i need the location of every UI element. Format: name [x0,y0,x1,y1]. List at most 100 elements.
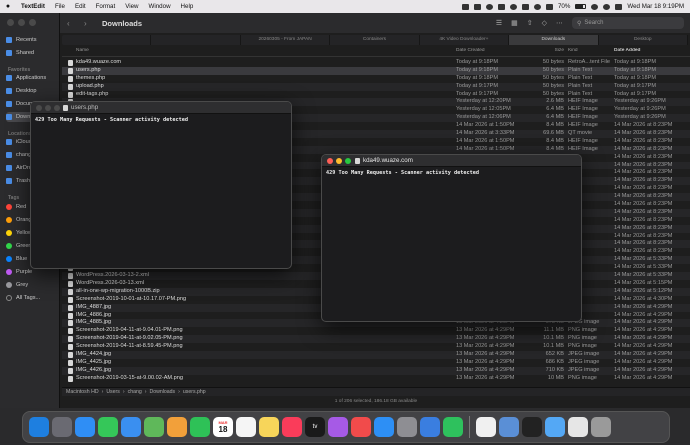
notes-icon[interactable] [259,417,279,437]
close-button[interactable] [7,19,14,26]
textedit-titlebar[interactable]: kda49.wuaze.com [322,155,581,167]
minimize-button[interactable] [45,104,51,111]
system-settings-icon[interactable] [397,417,417,437]
tag-icon[interactable]: ◇ [542,19,547,27]
table-row[interactable]: Screenshot-2019-04-11-at-8.59.45-PM.png 1… [62,343,690,351]
menu-app-name[interactable]: TextEdit [16,3,50,10]
col-kind[interactable]: Kind [568,48,614,53]
search-icon[interactable] [603,3,611,10]
forward-icon[interactable]: › [84,19,94,28]
app-store-icon[interactable] [374,417,394,437]
calendar-icon[interactable]: MAR 18 [213,417,233,437]
menu-window[interactable]: Window [144,3,176,10]
table-row[interactable]: Screenshot-2019-04-11-at-9.04.01-PM.png 1… [62,327,690,335]
menu-help[interactable]: Help [176,3,199,10]
launchpad-icon[interactable] [52,417,72,437]
path-item[interactable]: Downloads [149,389,175,395]
tab[interactable]: Containers [330,35,420,45]
tab[interactable] [151,35,241,45]
folder-icon[interactable] [545,417,565,437]
menu-file[interactable]: File [50,3,70,10]
col-date-created[interactable]: Date Created [456,48,528,53]
zoom-button[interactable] [29,19,36,26]
status-app-icon[interactable] [509,3,517,10]
textedit-titlebar[interactable]: users.php [31,102,291,114]
trash-icon[interactable] [591,417,611,437]
status-app-icon[interactable] [533,3,541,10]
finder-icon[interactable] [29,417,49,437]
zoom-button[interactable] [345,157,351,164]
status-app-icon[interactable] [473,3,481,10]
table-row[interactable]: users.php Today at 9:18PM 50 bytes Plain Te… [62,66,690,75]
podcasts-icon[interactable] [328,417,348,437]
tab[interactable]: 4K Video Downloader+ [420,35,510,45]
tab[interactable] [62,35,152,45]
apple-menu-icon[interactable]: ● [0,3,16,10]
table-row[interactable]: IMG_4425.jpg 13 Mar 2026 at 4:29PM 686 KB J… [62,359,690,367]
back-icon[interactable]: ‹ [67,19,77,28]
safari-icon[interactable] [75,417,95,437]
tab[interactable]: Desktop [599,35,688,45]
table-row[interactable]: Screenshot-2019-03-15-at-9.00.02-AM.png 1… [62,375,690,383]
path-item[interactable]: chang [128,389,142,395]
menu-view[interactable]: View [120,3,143,10]
menu-edit[interactable]: Edit [70,3,91,10]
mail-icon[interactable] [121,417,141,437]
path-item[interactable]: Users [106,389,120,395]
col-name[interactable]: Name [76,48,376,53]
table-row[interactable]: kda49.wuaze.com Today at 9:18PM 50 bytes Re… [62,59,690,67]
zoom-button[interactable] [54,104,60,111]
status-app-icon[interactable] [485,3,493,10]
tab-downloads[interactable]: Downloads [509,35,599,45]
share-icon[interactable]: ⇧ [527,19,533,27]
table-row[interactable]: edit-tags.php Today at 9:17PM 50 bytes Plai… [62,91,690,99]
more-icon[interactable]: ⋯ [556,19,563,27]
status-app-icon[interactable] [545,3,553,10]
battery-icon[interactable] [575,4,587,9]
status-app-icon[interactable] [461,3,469,10]
col-size[interactable]: Size [528,48,564,53]
textedit-content[interactable]: 429 Too Many Requests - Scanner activity… [322,167,581,179]
tab[interactable]: 20260305 - From JAPAN [241,35,331,45]
textedit-window-users[interactable]: users.php 429 Too Many Requests - Scanne… [30,101,292,269]
search-field[interactable]: ⚲ Search [572,17,684,29]
xcode-icon[interactable] [420,417,440,437]
textedit-content[interactable]: 429 Too Many Requests - Scanner activity… [31,114,291,126]
control-center-icon[interactable] [615,3,623,10]
menu-format[interactable]: Format [91,3,121,10]
maps-icon[interactable] [144,417,164,437]
music-icon[interactable] [282,417,302,437]
group-icon[interactable]: ▦ [511,19,518,27]
minimize-button[interactable] [336,157,342,164]
table-row[interactable]: IMG_4424.jpg 13 Mar 2026 at 4:29PM 652 KB J… [62,350,690,359]
path-item[interactable]: Macintosh HD [66,389,99,395]
sidebar-item-shared[interactable]: Shared [6,48,56,58]
preview-icon[interactable] [499,417,519,437]
facetime-icon[interactable] [190,417,210,437]
table-row[interactable]: Screenshot-2019-04-11-at-9.02.05-PM.png 1… [62,335,690,344]
textedit-icon[interactable] [476,417,496,437]
table-row[interactable]: IMG_4426.jpg 13 Mar 2026 at 4:29PM 710 KB J… [62,366,690,375]
photos-icon[interactable] [167,417,187,437]
close-button[interactable] [36,104,42,111]
sidebar-tag-grey[interactable]: Grey [6,280,56,290]
textedit-window-kda49[interactable]: kda49.wuaze.com 429 Too Many Requests - … [321,154,582,322]
clock[interactable]: Wed Mar 18 9:19PM [627,3,684,10]
tv-icon[interactable]: tv [305,417,325,437]
minimize-button[interactable] [18,19,25,26]
news-icon[interactable] [351,417,371,437]
table-row[interactable]: upload.php Today at 9:17PM 50 bytes Plain T… [62,82,690,91]
status-app-icon[interactable] [521,3,529,10]
status-app-icon[interactable] [497,3,505,10]
wifi-icon[interactable] [591,3,599,10]
messages-icon[interactable] [98,417,118,437]
reminders-icon[interactable] [236,417,256,437]
table-row[interactable]: themes.php Today at 9:18PM 50 bytes Plain T… [62,75,690,83]
path-item[interactable]: users.php [183,389,206,395]
sidebar-item-recents[interactable]: Recents [6,35,56,45]
col-date-added[interactable]: Date Added [614,48,686,53]
list-view-icon[interactable]: ☰ [496,19,502,27]
sidebar-item-applications[interactable]: Applications [6,73,56,83]
document-icon[interactable] [568,417,588,437]
sidebar-all-tags[interactable]: All Tags... [6,293,56,303]
